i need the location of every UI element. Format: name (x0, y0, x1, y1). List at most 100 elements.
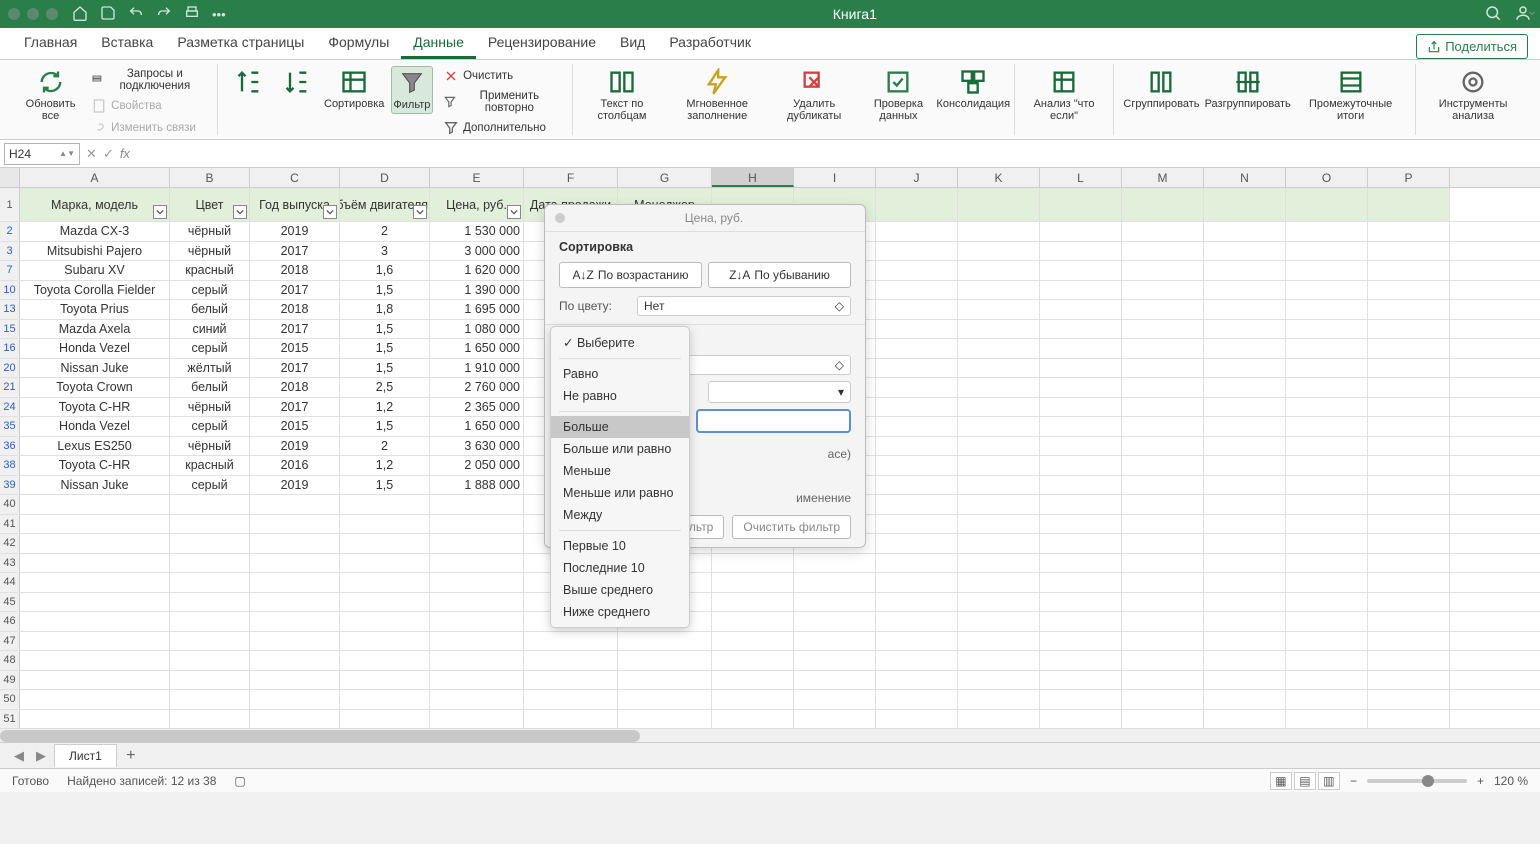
cell[interactable] (1122, 573, 1204, 592)
cell[interactable] (1286, 671, 1368, 690)
cell[interactable] (876, 612, 958, 631)
cell[interactable] (1040, 398, 1122, 417)
flash-fill-button[interactable]: Мгновенное заполнение (667, 66, 767, 124)
cell[interactable] (1286, 378, 1368, 397)
cell[interactable] (1122, 398, 1204, 417)
cell[interactable] (958, 651, 1040, 670)
subtotal-button[interactable]: Промежуточные итоги (1296, 66, 1405, 124)
cell[interactable] (1368, 339, 1450, 358)
cell[interactable] (340, 651, 430, 670)
cell[interactable] (250, 710, 340, 729)
cell[interactable]: Nissan Juke (20, 359, 170, 378)
tab-data[interactable]: Данные (401, 28, 476, 59)
cell[interactable]: 1,5 (340, 359, 430, 378)
select-all-corner[interactable] (0, 168, 20, 187)
cell[interactable] (1040, 612, 1122, 631)
menu-greater[interactable]: Больше (551, 416, 689, 438)
cell[interactable] (1286, 690, 1368, 709)
cell[interactable] (1286, 456, 1368, 475)
cell[interactable] (876, 222, 958, 241)
cell[interactable] (250, 573, 340, 592)
cell[interactable]: чёрный (170, 242, 250, 261)
cell[interactable] (958, 690, 1040, 709)
cell[interactable] (876, 359, 958, 378)
cell[interactable] (524, 651, 618, 670)
cell[interactable] (1368, 612, 1450, 631)
cell[interactable] (524, 690, 618, 709)
cell[interactable]: 3 000 000 (430, 242, 524, 261)
cell[interactable] (1122, 515, 1204, 534)
cell[interactable] (1204, 359, 1286, 378)
cell[interactable] (1204, 651, 1286, 670)
cell[interactable] (1204, 476, 1286, 495)
cell[interactable] (1040, 534, 1122, 553)
cell[interactable] (958, 612, 1040, 631)
cell[interactable] (340, 534, 430, 553)
cell[interactable]: 1 650 000 (430, 339, 524, 358)
cell[interactable] (958, 515, 1040, 534)
next-sheet-icon[interactable]: ▶ (32, 748, 50, 764)
cell[interactable] (1122, 671, 1204, 690)
cell[interactable] (1286, 554, 1368, 573)
cell[interactable] (876, 417, 958, 436)
cell[interactable]: 2 (340, 437, 430, 456)
cell[interactable] (340, 495, 430, 514)
row-header[interactable]: 15 (0, 320, 20, 339)
sort-asc-button[interactable]: A↓ZПо возрастанию (559, 262, 702, 288)
cell[interactable] (1368, 300, 1450, 319)
cell[interactable] (876, 281, 958, 300)
cell[interactable] (1286, 242, 1368, 261)
cell[interactable] (618, 690, 712, 709)
menu-above-avg[interactable]: Выше среднего (551, 579, 689, 601)
cell[interactable] (958, 242, 1040, 261)
cell[interactable]: 1 390 000 (430, 281, 524, 300)
cell[interactable]: Mitsubishi Pajero (20, 242, 170, 261)
row-header[interactable]: 44 (0, 573, 20, 592)
whatif-button[interactable]: Анализ "что если" (1025, 66, 1102, 124)
cell[interactable]: Subaru XV (20, 261, 170, 280)
cell[interactable]: 2 050 000 (430, 456, 524, 475)
zoom-level[interactable]: 120 % (1494, 774, 1528, 788)
cell[interactable]: 1,5 (340, 417, 430, 436)
cell[interactable]: чёрный (170, 437, 250, 456)
cell[interactable]: 2017 (250, 398, 340, 417)
cell[interactable] (1040, 378, 1122, 397)
cell[interactable]: 3 (340, 242, 430, 261)
row-header[interactable]: 20 (0, 359, 20, 378)
cell[interactable] (794, 573, 876, 592)
cell[interactable] (20, 690, 170, 709)
view-normal-icon[interactable]: ▦ (1270, 772, 1292, 790)
spreadsheet-grid[interactable]: ABCDEFGHIJKLMNOP 1Марка, модельЦветГод в… (0, 168, 1540, 728)
cell[interactable] (250, 554, 340, 573)
cell[interactable]: серый (170, 339, 250, 358)
cell[interactable] (1286, 222, 1368, 241)
cell[interactable] (1122, 359, 1204, 378)
cell[interactable] (170, 632, 250, 651)
cell[interactable] (1040, 593, 1122, 612)
cell[interactable] (1122, 593, 1204, 612)
cell[interactable]: 2017 (250, 359, 340, 378)
cell[interactable] (1368, 495, 1450, 514)
cell[interactable] (170, 612, 250, 631)
cell[interactable] (1286, 573, 1368, 592)
cell[interactable] (1286, 261, 1368, 280)
cell[interactable] (876, 398, 958, 417)
cell[interactable] (170, 690, 250, 709)
cell[interactable] (712, 612, 794, 631)
cell[interactable] (524, 632, 618, 651)
cell[interactable] (1204, 398, 1286, 417)
cell[interactable] (170, 495, 250, 514)
cell[interactable] (250, 612, 340, 631)
cell[interactable]: 1,5 (340, 281, 430, 300)
consolidate-button[interactable]: Консолидация (942, 66, 1005, 112)
cell[interactable]: 1 888 000 (430, 476, 524, 495)
cell[interactable] (20, 710, 170, 729)
cell[interactable] (170, 554, 250, 573)
column-header[interactable]: F (524, 168, 618, 187)
cell[interactable] (876, 437, 958, 456)
text-to-columns-button[interactable]: Текст по столбцам (583, 66, 661, 124)
cell[interactable]: 1 530 000 (430, 222, 524, 241)
cell[interactable]: 3 630 000 (430, 437, 524, 456)
more-icon[interactable]: ••• (212, 7, 226, 22)
cell[interactable] (524, 671, 618, 690)
